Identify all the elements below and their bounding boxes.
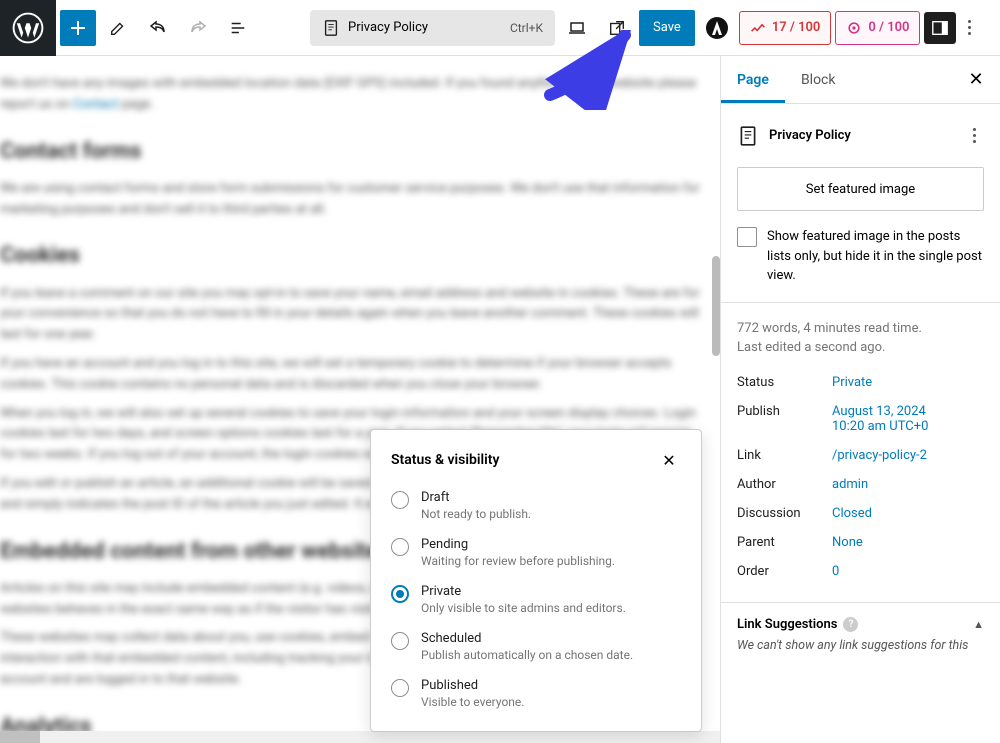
astra-icon[interactable] <box>699 10 735 46</box>
order-value[interactable]: 0 <box>832 564 839 579</box>
page-icon <box>737 125 759 147</box>
sidebar-page-title: Privacy Policy <box>769 128 955 143</box>
popover-close-button[interactable]: ✕ <box>657 448 681 472</box>
laptop-icon <box>567 18 587 38</box>
seo-icon <box>750 20 766 36</box>
help-icon[interactable]: ? <box>843 617 858 632</box>
add-block-button[interactable] <box>60 10 96 46</box>
last-edited-text: Last edited a second ago. <box>737 338 984 358</box>
list-icon <box>229 19 247 37</box>
wordpress-logo[interactable] <box>0 0 56 56</box>
word-count-text: 772 words, 4 minutes read time. <box>737 319 984 339</box>
settings-sidebar-toggle[interactable] <box>924 12 956 44</box>
heading-cookies: Cookies <box>0 238 700 273</box>
publish-time-value[interactable]: 10:20 am UTC+0 <box>832 419 928 434</box>
author-value[interactable]: admin <box>832 477 868 492</box>
document-title: Privacy Policy <box>348 20 502 35</box>
discussion-value[interactable]: Closed <box>832 506 872 521</box>
document-bar[interactable]: Privacy Policy Ctrl+K <box>310 10 555 46</box>
heading-contact-forms: Contact forms <box>0 134 700 169</box>
visibility-option-published[interactable]: PublishedVisible to everyone. <box>391 678 681 709</box>
radio-icon <box>391 491 409 509</box>
redo-icon <box>188 18 208 38</box>
options-menu-button[interactable] <box>960 12 979 43</box>
sidebar-close-button[interactable]: ✕ <box>952 56 1000 103</box>
view-page-button[interactable] <box>599 10 635 46</box>
visibility-option-private[interactable]: PrivateOnly visible to site admins and e… <box>391 584 681 615</box>
external-icon <box>608 19 626 37</box>
editor-canvas[interactable]: We don't have any images with embedded l… <box>0 56 720 743</box>
body-text: If you have an account and you log in to… <box>0 354 700 396</box>
vertical-scrollbar-thumb[interactable] <box>712 256 720 356</box>
visibility-option-draft[interactable]: DraftNot ready to publish. <box>391 490 681 521</box>
save-button[interactable]: Save <box>639 10 695 46</box>
radio-icon <box>391 632 409 650</box>
tab-page[interactable]: Page <box>721 56 785 103</box>
page-icon <box>322 19 340 37</box>
seo-score-value: 17 / 100 <box>772 20 821 35</box>
radio-icon <box>391 585 409 603</box>
seo-score-badge[interactable]: 17 / 100 <box>739 11 832 45</box>
readability-score-value: 0 / 100 <box>868 20 909 35</box>
readability-score-badge[interactable]: 0 / 100 <box>835 11 920 45</box>
featured-image-checkbox[interactable] <box>737 227 757 247</box>
link-suggestions-message: We can't show any link suggestions for t… <box>721 638 1000 665</box>
popover-title: Status & visibility <box>391 452 499 468</box>
featured-image-checkbox-label: Show featured image in the posts lists o… <box>767 227 984 286</box>
visibility-option-scheduled[interactable]: ScheduledPublish automatically on a chos… <box>391 631 681 662</box>
radio-icon <box>391 538 409 556</box>
set-featured-image-button[interactable]: Set featured image <box>737 167 984 211</box>
link-suggestions-panel-toggle[interactable]: Link Suggestions ? ▲ <box>721 603 1000 638</box>
document-overview-button[interactable] <box>220 10 256 46</box>
contact-link[interactable]: Contact <box>73 97 118 112</box>
parent-value[interactable]: None <box>832 535 863 550</box>
radio-icon <box>391 679 409 697</box>
undo-icon <box>148 18 168 38</box>
body-text: We are using contact forms and store for… <box>0 179 700 221</box>
undo-button[interactable] <box>140 10 176 46</box>
sidebar-icon <box>931 19 949 37</box>
edit-tool-button[interactable] <box>100 10 136 46</box>
horizontal-scrollbar-thumb[interactable] <box>0 731 40 743</box>
redo-button[interactable] <box>180 10 216 46</box>
keyboard-hint: Ctrl+K <box>510 21 543 35</box>
status-value[interactable]: Private <box>832 375 872 390</box>
chevron-up-icon: ▲ <box>973 618 984 631</box>
view-desktop-button[interactable] <box>559 10 595 46</box>
plus-icon <box>68 18 88 38</box>
page-actions-menu[interactable] <box>965 120 984 151</box>
readability-icon <box>846 20 862 36</box>
status-visibility-popover: Status & visibility ✕ DraftNot ready to … <box>370 429 702 732</box>
tab-block[interactable]: Block <box>785 56 852 103</box>
publish-date-value[interactable]: August 13, 2024 <box>832 404 928 419</box>
settings-sidebar: Page Block ✕ Privacy Policy Set featured… <box>720 56 1000 743</box>
visibility-option-pending[interactable]: PendingWaiting for review before publish… <box>391 537 681 568</box>
pencil-icon <box>109 19 127 37</box>
permalink-value[interactable]: /privacy-policy-2 <box>832 448 927 463</box>
body-text: If you leave a comment on our site you m… <box>0 284 700 346</box>
horizontal-scrollbar[interactable] <box>0 731 720 743</box>
